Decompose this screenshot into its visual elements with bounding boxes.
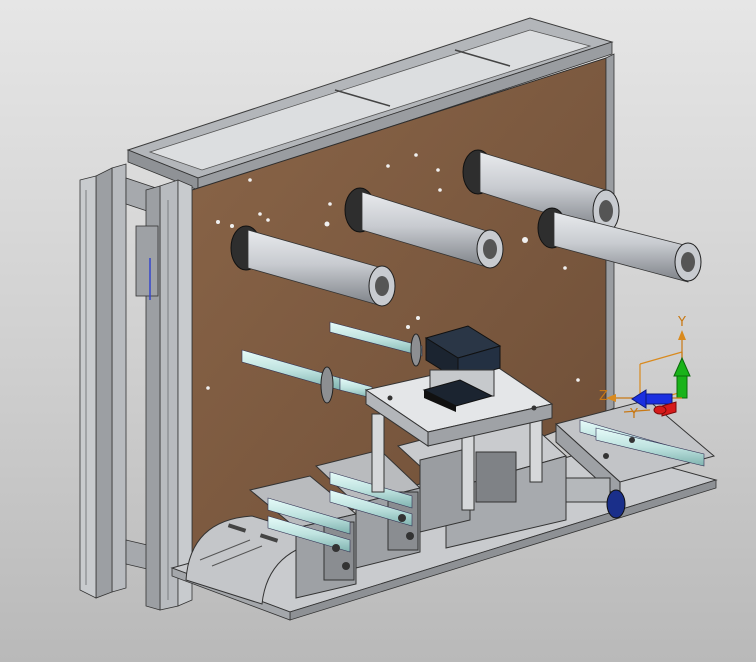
left-extrusion-posts [79, 163, 193, 611]
triad-x-label: Y [629, 407, 638, 422]
triad-y-label: Y [677, 315, 686, 330]
cad-viewport[interactable]: Y Z Y [0, 0, 756, 662]
triad-y-arrow[interactable] [676, 373, 688, 399]
triad-z-arrow[interactable] [643, 393, 673, 405]
triad-z-label: Z [599, 389, 608, 404]
triad-y-arrow-head[interactable] [673, 356, 691, 377]
triad-plane-edge [639, 351, 683, 365]
cad-model-scene[interactable]: Y Z Y [0, 0, 756, 662]
triad-x-arrow-head[interactable] [653, 405, 667, 415]
triad-y-tip [678, 330, 686, 340]
